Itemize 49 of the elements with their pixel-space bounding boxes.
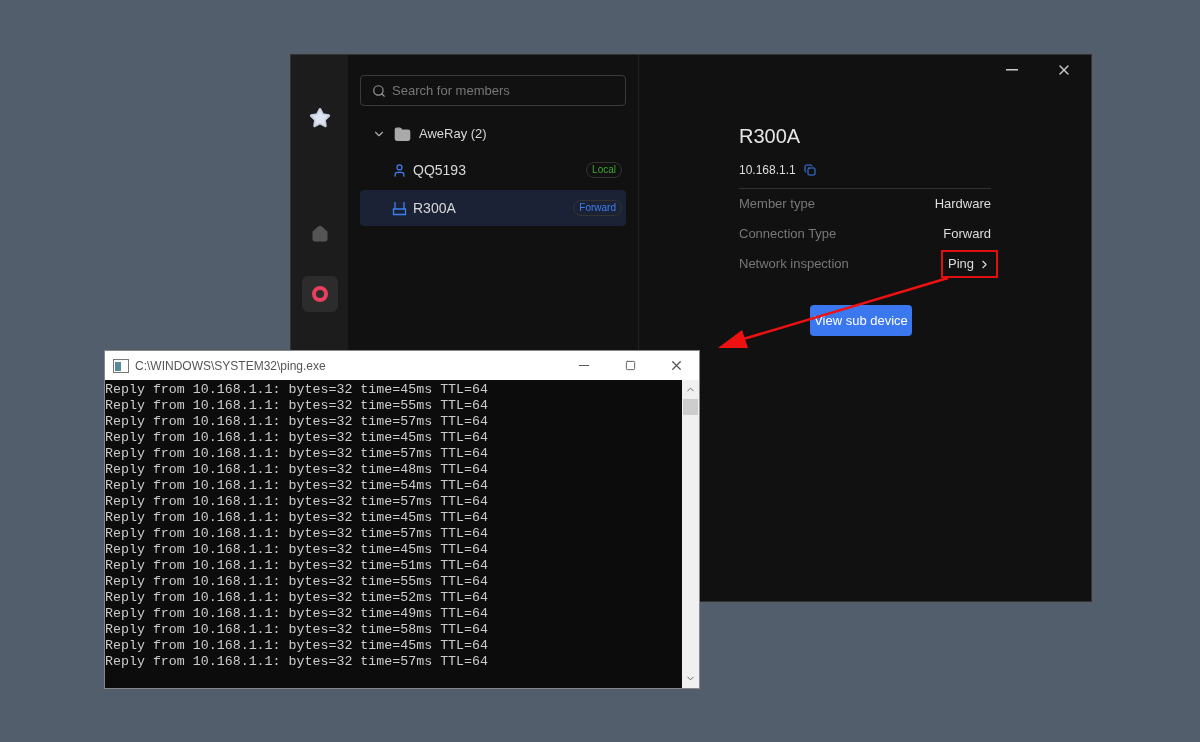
minimize-icon bbox=[1006, 69, 1018, 71]
console-icon bbox=[113, 358, 129, 373]
search-icon bbox=[372, 84, 386, 98]
output-line: Reply from 10.168.1.1: bytes=32 time=57ms TTL=64 bbox=[105, 446, 488, 462]
field-label: Member type bbox=[739, 195, 815, 214]
output-line: Reply from 10.168.1.1: bytes=32 time=55ms TTL=64 bbox=[105, 574, 488, 590]
output-line: Reply from 10.168.1.1: bytes=32 time=55ms TTL=64 bbox=[105, 398, 488, 414]
ring-icon bbox=[310, 285, 329, 303]
output-line: Reply from 10.168.1.1: bytes=32 time=45ms TTL=64 bbox=[105, 382, 488, 398]
member-name: QQ5193 bbox=[413, 160, 467, 180]
output-line: Reply from 10.168.1.1: bytes=32 time=54ms TTL=64 bbox=[105, 478, 488, 494]
output-line: Reply from 10.168.1.1: bytes=32 time=57ms TTL=64 bbox=[105, 526, 488, 542]
scroll-thumb[interactable] bbox=[683, 399, 698, 415]
view-sub-device-button[interactable]: View sub device bbox=[810, 305, 912, 336]
console-title: C:\WINDOWS\SYSTEM32\ping.exe bbox=[135, 357, 326, 375]
folder-icon bbox=[394, 125, 411, 143]
search-field[interactable]: Search for members bbox=[360, 75, 626, 106]
output-line: Reply from 10.168.1.1: bytes=32 time=57ms TTL=64 bbox=[105, 494, 488, 510]
member-item[interactable]: QQ5193 Local bbox=[360, 152, 626, 188]
output-line: Reply from 10.168.1.1: bytes=32 time=49ms TTL=64 bbox=[105, 606, 488, 622]
output-line: Reply from 10.168.1.1: bytes=32 time=52ms TTL=64 bbox=[105, 590, 488, 606]
output-line: Reply from 10.168.1.1: bytes=32 time=57ms TTL=64 bbox=[105, 414, 488, 430]
field-value: Hardware bbox=[934, 195, 991, 214]
output-line: Reply from 10.168.1.1: bytes=32 time=45ms TTL=64 bbox=[105, 510, 488, 526]
maximize-icon bbox=[624, 360, 636, 371]
router-icon bbox=[392, 200, 407, 216]
tree-group[interactable]: AweRay (2) bbox=[360, 118, 626, 150]
member-name: R300A bbox=[413, 198, 457, 218]
output-line: Reply from 10.168.1.1: bytes=32 time=45ms TTL=64 bbox=[105, 638, 488, 654]
ip-address: 10.168.1.1 bbox=[739, 162, 796, 179]
output-line: Reply from 10.168.1.1: bytes=32 time=57ms TTL=64 bbox=[105, 654, 488, 670]
output-line: Reply from 10.168.1.1: bytes=32 time=51ms TTL=64 bbox=[105, 558, 488, 574]
group-name: AweRay (2) bbox=[419, 125, 487, 144]
output-line: Reply from 10.168.1.1: bytes=32 time=48ms TTL=64 bbox=[105, 462, 488, 478]
ping-link[interactable]: Ping bbox=[947, 254, 991, 274]
field-value: Forward bbox=[943, 225, 991, 244]
user-icon bbox=[392, 162, 407, 178]
star-icon bbox=[308, 107, 331, 129]
copy-icon[interactable] bbox=[803, 164, 816, 176]
output-line: Reply from 10.168.1.1: bytes=32 time=45ms TTL=64 bbox=[105, 542, 488, 558]
home-icon bbox=[310, 225, 329, 243]
field-label: Connection Type bbox=[739, 225, 837, 244]
device-title: R300A bbox=[739, 124, 802, 149]
scrollbar[interactable] bbox=[682, 380, 699, 688]
output-line: Reply from 10.168.1.1: bytes=32 time=45ms TTL=64 bbox=[105, 430, 488, 446]
field-label: Network inspection bbox=[739, 255, 849, 274]
output-line: Reply from 10.168.1.1: bytes=32 time=58ms TTL=64 bbox=[105, 622, 488, 638]
member-item[interactable]: R300A Forward bbox=[360, 190, 626, 226]
minimize-icon bbox=[579, 364, 589, 367]
